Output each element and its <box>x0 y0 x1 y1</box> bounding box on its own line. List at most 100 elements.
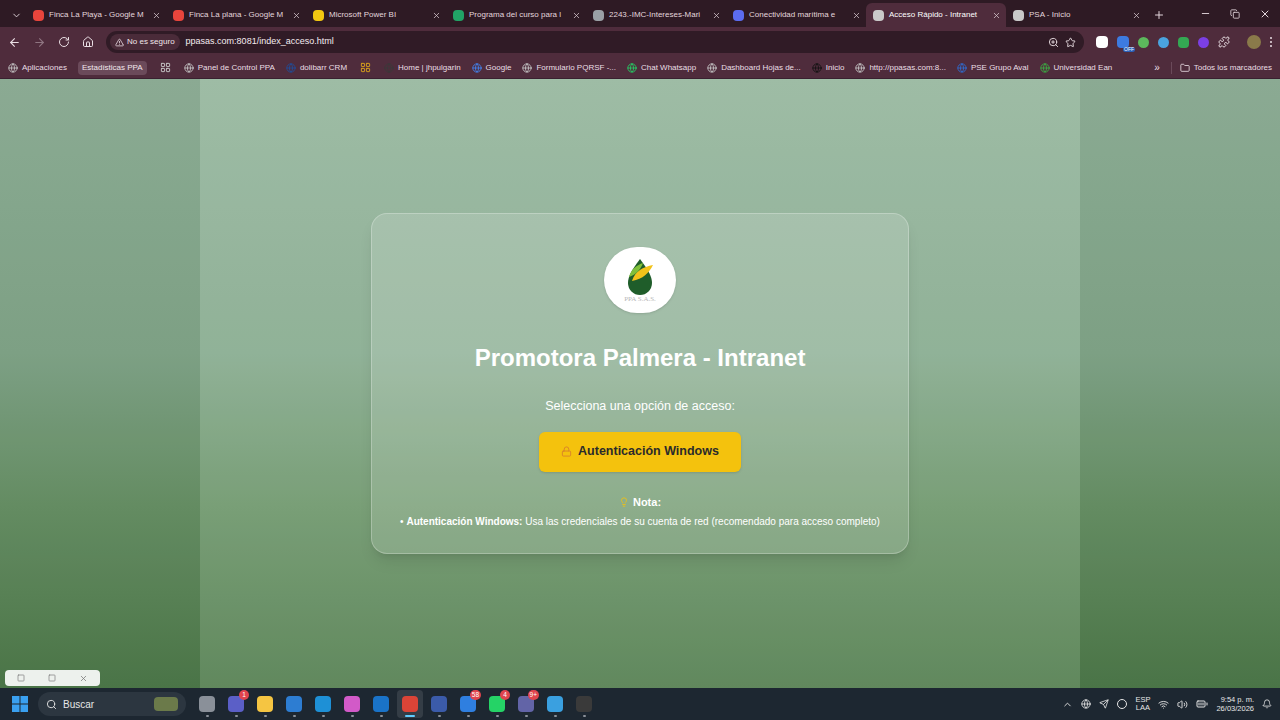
browser-tab[interactable]: Programa del curso para l <box>446 3 586 27</box>
bookmark[interactable]: Panel de Control PPA <box>184 62 275 74</box>
close-icon[interactable] <box>1132 11 1141 20</box>
send-icon[interactable] <box>1099 699 1109 709</box>
close-icon[interactable] <box>432 11 441 20</box>
address-bar[interactable]: No es seguroppasas.com:8081/index_acceso… <box>106 31 1084 53</box>
browser-tab[interactable]: Finca La Playa - Google M <box>26 3 166 27</box>
bookmark[interactable]: Google <box>472 62 512 74</box>
taskbar-app[interactable] <box>571 690 597 718</box>
security-chip[interactable]: No es seguro <box>110 34 180 50</box>
extension-icon[interactable] <box>1198 37 1209 48</box>
bookmark[interactable]: dolibarr CRM <box>286 62 347 74</box>
side-shade <box>0 79 200 688</box>
tab-title: 2243.-IMC-Intereses-Mari <box>609 9 707 21</box>
taskbar-app[interactable]: 4 <box>484 690 510 718</box>
bookmark-icon[interactable] <box>358 62 373 73</box>
reload-icon[interactable] <box>58 36 70 48</box>
windows-auth-button[interactable]: Autenticación Windows <box>539 432 741 472</box>
input-language[interactable]: ESPLAA <box>1135 696 1150 713</box>
bookmark-globe-icon <box>184 63 194 73</box>
page: PPA S.A.S.Promotora Palmera - IntranetSe… <box>0 79 1280 688</box>
taskbar-app[interactable]: 58 <box>455 690 481 718</box>
bookmark[interactable]: Aplicaciones <box>8 62 67 74</box>
bookmark[interactable]: Dashboard Hojas de... <box>707 62 801 74</box>
minimize-icon[interactable] <box>1190 8 1220 19</box>
browser-tab[interactable]: 2243.-IMC-Intereses-Mari <box>586 3 726 27</box>
close-icon[interactable] <box>572 11 581 20</box>
battery-icon[interactable] <box>1196 698 1208 710</box>
bookmark[interactable]: Formulario PQRSF -... <box>522 62 616 74</box>
app-indicator <box>525 715 528 717</box>
new-tab-button[interactable] <box>1148 3 1170 27</box>
taskbar-app[interactable] <box>194 690 220 718</box>
close-icon[interactable] <box>712 11 721 20</box>
menu-icon[interactable] <box>1270 37 1272 47</box>
taskbar-app[interactable]: 1 <box>223 690 249 718</box>
network-app-icon[interactable] <box>1081 699 1091 709</box>
snap-close-icon[interactable] <box>79 674 88 683</box>
screen: Finca La Playa - Google MFinca La plana … <box>0 0 1280 720</box>
taskbar-app[interactable] <box>281 690 307 718</box>
close-window-icon[interactable] <box>1250 8 1280 20</box>
volume-icon[interactable] <box>1177 699 1188 710</box>
extension-icon[interactable] <box>1158 37 1169 48</box>
bookmark[interactable]: PSE Grupo Aval <box>957 62 1029 74</box>
clock[interactable]: 9:54 p. m.26/03/2026 <box>1216 695 1254 713</box>
extensions: OFF <box>1096 35 1272 49</box>
extensions-icon[interactable] <box>1218 36 1230 48</box>
taskbar-app[interactable] <box>252 690 278 718</box>
extension-icon[interactable] <box>1178 37 1189 48</box>
bookmarks-overflow[interactable]: » <box>1154 60 1160 75</box>
tray-overflow-icon[interactable] <box>1062 699 1073 710</box>
bookmark-icon[interactable] <box>158 62 173 73</box>
taskbar-app[interactable] <box>368 690 394 718</box>
tab-title: Conectividad marítima e <box>749 9 847 21</box>
close-icon[interactable] <box>992 11 1001 20</box>
tray-app-icon[interactable] <box>1117 699 1127 709</box>
back-icon[interactable] <box>8 36 21 49</box>
note-heading: Nota: <box>619 494 661 511</box>
taskbar-app[interactable] <box>339 690 365 718</box>
bookmark[interactable]: Chat Whatsapp <box>627 62 696 74</box>
note-text: • Autenticación Windows: Usa las credenc… <box>400 514 880 529</box>
all-bookmarks[interactable]: Todos los marcadores <box>1171 62 1272 74</box>
profile-icon[interactable] <box>1247 35 1261 49</box>
windows-icon[interactable] <box>12 696 28 712</box>
bookmark-star-icon[interactable] <box>1065 37 1076 48</box>
browser-tab[interactable]: Finca La plana - Google M <box>166 3 306 27</box>
taskbar-app[interactable] <box>397 690 423 718</box>
close-icon[interactable] <box>852 11 861 20</box>
bookmark[interactable]: Universidad Ean <box>1040 62 1113 74</box>
taskbar-app[interactable] <box>542 690 568 718</box>
home-icon[interactable] <box>82 36 94 48</box>
app-icon <box>547 696 563 712</box>
app-indicator <box>380 715 383 717</box>
taskbar-app[interactable]: 9+ <box>513 690 539 718</box>
restore-icon[interactable] <box>1220 9 1250 19</box>
tab-search-button[interactable] <box>6 3 26 27</box>
extension-icon[interactable]: OFF <box>1117 36 1129 48</box>
taskbar-search[interactable]: Buscar <box>38 692 186 716</box>
close-icon[interactable] <box>292 11 301 20</box>
wifi-icon[interactable] <box>1158 699 1169 710</box>
bookmark-folder[interactable]: Estadísticas PPA <box>78 61 147 75</box>
bookmark[interactable]: http://ppasas.com:8... <box>855 62 945 74</box>
taskbar-app[interactable] <box>310 690 336 718</box>
snap-bar <box>5 670 100 686</box>
snap-icon[interactable] <box>17 674 25 682</box>
bookmark[interactable]: Inicio <box>812 62 845 74</box>
extension-icon[interactable] <box>1096 36 1108 48</box>
note: Nota: • Autenticación Windows: Usa las cr… <box>400 494 880 530</box>
snap-icon[interactable] <box>48 674 56 682</box>
notifications-icon[interactable] <box>1262 699 1272 709</box>
browser-tab[interactable]: Acceso Rápido - Intranet <box>866 3 1006 27</box>
extension-icon[interactable] <box>1138 37 1149 48</box>
bookmark[interactable]: Home | jhpulgarin <box>384 62 461 74</box>
app-icon <box>315 696 331 712</box>
taskbar-app[interactable] <box>426 690 452 718</box>
tab-title: Programa del curso para l <box>469 9 567 21</box>
zoom-icon[interactable] <box>1048 37 1059 48</box>
browser-tab[interactable]: Microsoft Power BI <box>306 3 446 27</box>
browser-tab[interactable]: Conectividad marítima e <box>726 3 866 27</box>
browser-tab[interactable]: PSA - Inicio <box>1006 3 1146 27</box>
close-icon[interactable] <box>152 11 161 20</box>
